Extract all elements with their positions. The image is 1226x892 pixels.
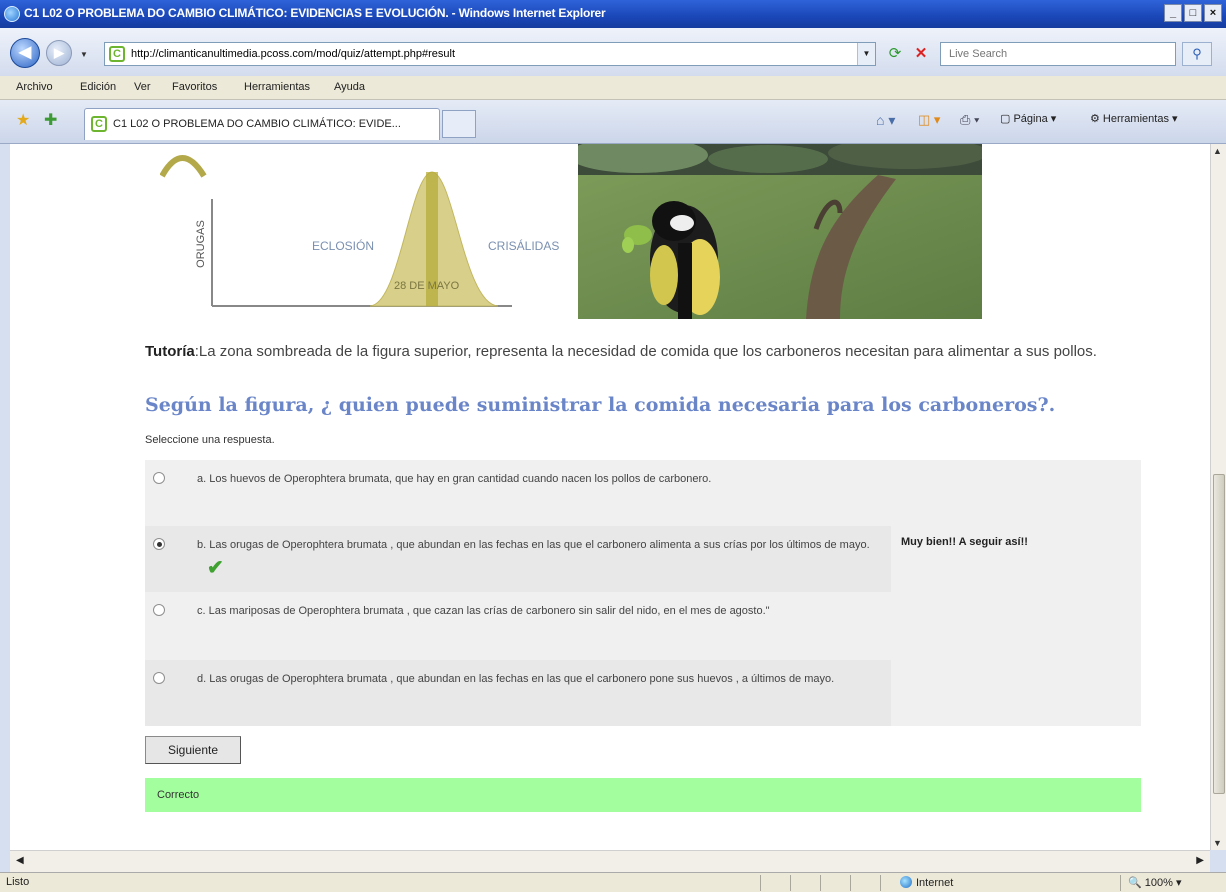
- forward-button[interactable]: ▶: [46, 40, 72, 66]
- tab-title: C1 L02 O PROBLEMA DO CAMBIO CLIMÁTICO: E…: [113, 118, 401, 130]
- tab-page-icon: C: [91, 116, 107, 132]
- favorites-star-icon[interactable]: ★: [16, 110, 30, 130]
- question-text: Según la figura, ¿ quien puede suministr…: [145, 394, 1056, 416]
- page-menu[interactable]: ▢ Página ▾: [1000, 112, 1056, 125]
- answer-d-text[interactable]: d. Las orugas de Operophtera brumata , q…: [197, 668, 887, 691]
- security-zone[interactable]: Internet: [900, 876, 953, 889]
- add-favorite-icon[interactable]: ✚: [44, 110, 57, 130]
- scroll-up-icon[interactable]: ▲: [1213, 146, 1222, 156]
- menu-ver[interactable]: Ver: [134, 81, 151, 93]
- crisalidas-label: CRISÁLIDAS: [488, 238, 559, 253]
- horizontal-scrollbar[interactable]: ◀ ▶: [10, 850, 1210, 872]
- tools-menu[interactable]: ⚙ Herramientas ▾: [1090, 112, 1178, 125]
- answer-b-radio[interactable]: [153, 538, 165, 550]
- answer-row-c: c. Las mariposas de Operophtera brumata …: [145, 592, 1141, 660]
- page-icon: C: [109, 46, 125, 62]
- caterpillar-graph: ORUGAS ECLOSIÓN CRISÁLIDAS 28 DE MAYO: [160, 155, 559, 307]
- status-text: Listo: [6, 876, 30, 888]
- history-dropdown-icon[interactable]: ▼: [80, 50, 88, 59]
- url-dropdown-icon[interactable]: ▼: [857, 43, 875, 65]
- next-button[interactable]: Siguiente: [145, 736, 241, 764]
- y-axis-label: ORUGAS: [195, 220, 207, 268]
- correct-check-icon: ✔: [207, 557, 224, 579]
- globe-icon: [900, 876, 912, 888]
- window-title-bar: C1 L02 O PROBLEMA DO CAMBIO CLIMÁTICO: E…: [0, 0, 1226, 28]
- window-title: C1 L02 O PROBLEMA DO CAMBIO CLIMÁTICO: E…: [24, 6, 606, 20]
- zoom-value: 100%: [1144, 877, 1173, 889]
- search-icon[interactable]: ⚲: [1182, 42, 1212, 66]
- answer-a-text[interactable]: a. Los huevos de Operophtera brumata, qu…: [197, 468, 887, 491]
- answer-row-d: d. Las orugas de Operophtera brumata , q…: [145, 660, 1141, 726]
- close-button[interactable]: ×: [1204, 4, 1222, 22]
- tutorial-text: Tutoría:La zona sombreada de la figura s…: [145, 342, 1135, 362]
- url-field[interactable]: C http://climanticanultimedia.pcoss.com/…: [104, 42, 876, 66]
- eclosion-label: ECLOSIÓN: [312, 238, 374, 253]
- answer-row-b: b. Las orugas de Operophtera brumata , q…: [145, 526, 1141, 592]
- new-tab-button[interactable]: [442, 110, 476, 138]
- caterpillar-icon: [160, 155, 207, 178]
- answer-d-radio[interactable]: [153, 672, 165, 684]
- home-icon[interactable]: ⌂ ▾: [876, 112, 895, 129]
- feeds-icon[interactable]: ◫ ▾: [918, 112, 940, 128]
- menu-ayuda[interactable]: Ayuda: [334, 81, 365, 93]
- menu-herramientas[interactable]: Herramientas: [244, 81, 310, 93]
- tutorial-label: Tutoría: [145, 343, 195, 360]
- zone-label: Internet: [916, 877, 954, 889]
- page-menu-label: Página: [1013, 113, 1048, 125]
- tab-active[interactable]: C C1 L02 O PROBLEMA DO CAMBIO CLIMÁTICO:…: [84, 108, 440, 140]
- back-button[interactable]: ◀: [10, 38, 40, 68]
- scroll-left-icon[interactable]: ◀: [16, 855, 24, 866]
- page-content: ORUGAS ECLOSIÓN CRISÁLIDAS 28 DE MAYO Tu: [10, 144, 1210, 850]
- menu-favoritos[interactable]: Favoritos: [172, 81, 217, 93]
- refresh-icon[interactable]: ⟳: [884, 43, 906, 65]
- answer-c-radio[interactable]: [153, 604, 165, 616]
- tools-menu-label: Herramientas: [1102, 113, 1169, 125]
- answer-c-text[interactable]: c. Las mariposas de Operophtera brumata …: [197, 600, 887, 623]
- stop-icon[interactable]: ✕: [910, 43, 932, 65]
- answer-row-a: a. Los huevos de Operophtera brumata, qu…: [145, 460, 1141, 526]
- ie-icon: [4, 6, 20, 22]
- zoom-level[interactable]: 🔍 100% ▾: [1128, 876, 1181, 889]
- tutorial-body: :La zona sombreada de la figura superior…: [194, 343, 1097, 360]
- minimize-button[interactable]: _: [1164, 4, 1182, 22]
- result-text: Correcto: [157, 789, 200, 801]
- status-bar: Listo Internet 🔍 100% ▾: [0, 872, 1226, 892]
- answer-b-text[interactable]: b. Las orugas de Operophtera brumata , q…: [197, 534, 887, 580]
- print-icon[interactable]: ⎙ ▾: [960, 112, 979, 128]
- great-tit-photo: [578, 144, 982, 319]
- peak-date-label: 28 DE MAYO: [394, 280, 460, 292]
- vertical-scroll-thumb[interactable]: [1213, 474, 1225, 794]
- menu-archivo[interactable]: Archivo: [16, 81, 53, 93]
- url-text[interactable]: http://climanticanultimedia.pcoss.com/mo…: [131, 48, 455, 60]
- menu-edicion[interactable]: Edición: [80, 81, 116, 93]
- maximize-button[interactable]: □: [1184, 4, 1202, 22]
- address-bar: ◀ ▶ ▼ C http://climanticanultimedia.pcos…: [0, 28, 1226, 76]
- answer-b-label: b. Las orugas de Operophtera brumata , q…: [197, 539, 870, 551]
- menu-bar: Archivo Edición Ver Favoritos Herramient…: [0, 76, 1226, 100]
- answer-prompt: Seleccione una respuesta.: [145, 434, 275, 446]
- scroll-down-icon[interactable]: ▼: [1213, 838, 1222, 848]
- answer-b-feedback: Muy bien!! A seguir así!!: [901, 536, 1028, 548]
- answer-a-radio[interactable]: [153, 472, 165, 484]
- tab-bar: ★ ✚ C C1 L02 O PROBLEMA DO CAMBIO CLIMÁT…: [0, 100, 1226, 144]
- answer-list: a. Los huevos de Operophtera brumata, qu…: [145, 460, 1141, 726]
- vertical-scrollbar[interactable]: ▲ ▼: [1210, 144, 1226, 850]
- result-banner: Correcto: [145, 778, 1141, 812]
- scroll-right-icon[interactable]: ▶: [1196, 855, 1204, 866]
- window-frame: [0, 144, 10, 872]
- search-input[interactable]: [941, 43, 1175, 65]
- search-field[interactable]: [940, 42, 1176, 66]
